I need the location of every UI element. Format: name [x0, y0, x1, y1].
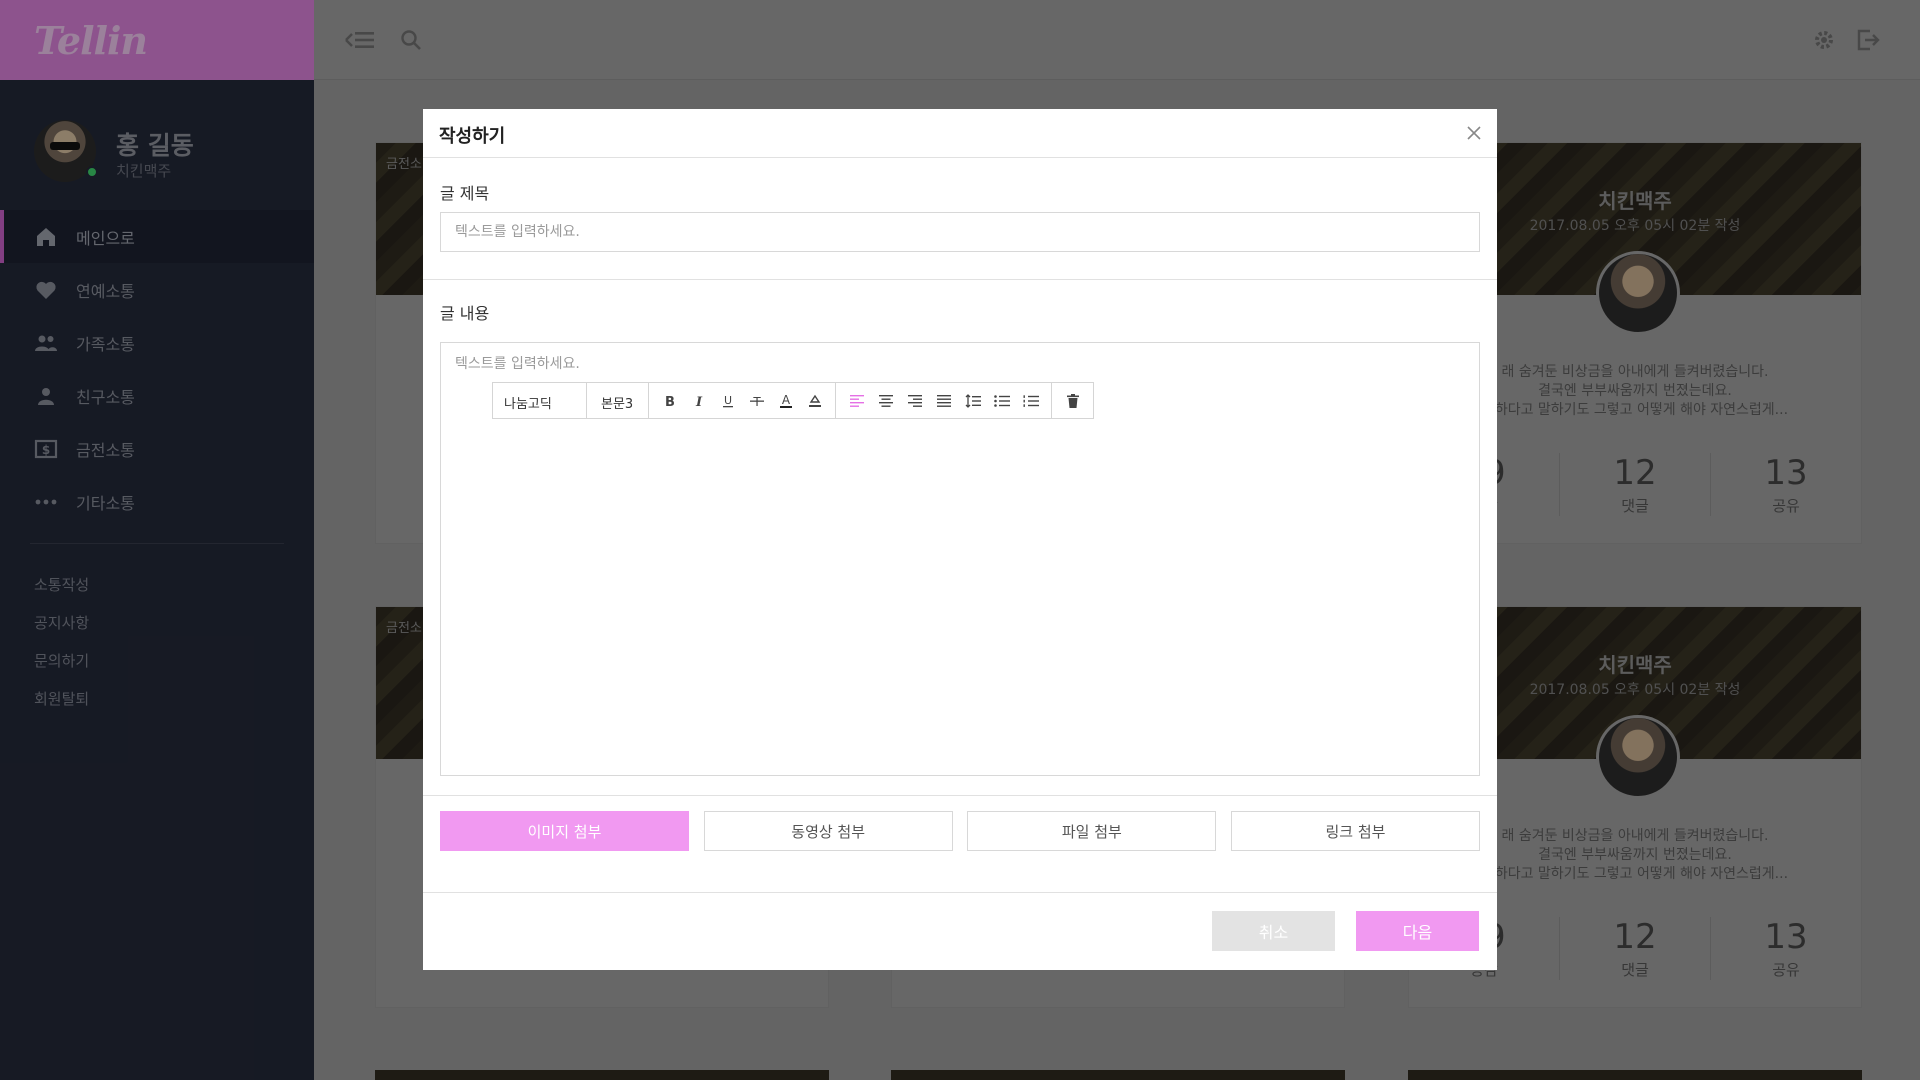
- text-color-button[interactable]: A: [771, 383, 800, 418]
- align-right-icon: [907, 394, 922, 407]
- content-editor[interactable]: 텍스트를 입력하세요. 나눔고딕 본문3 B I U T A: [440, 342, 1480, 776]
- delete-group: [1052, 383, 1093, 418]
- attach-link-button[interactable]: 링크 첨부: [1230, 811, 1480, 851]
- italic-button[interactable]: I: [684, 383, 713, 418]
- bold-icon: B: [665, 395, 675, 408]
- underline-icon: U: [722, 394, 733, 407]
- strikethrough-button[interactable]: T: [742, 383, 771, 418]
- modal-header: 작성하기: [423, 109, 1497, 158]
- align-center-button[interactable]: [871, 383, 900, 418]
- modal-footer: 취소 다음: [423, 893, 1497, 969]
- highlight-button[interactable]: [800, 383, 829, 418]
- numbered-list-button[interactable]: [1016, 383, 1045, 418]
- attachment-section: 이미지 첨부 동영상 첨부 파일 첨부 링크 첨부: [423, 796, 1497, 893]
- compose-modal: 작성하기 글 제목 글 내용 텍스트를 입력하세요. 나눔고딕 본문3 B I …: [423, 109, 1497, 970]
- svg-text:A: A: [781, 393, 790, 407]
- svg-text:U: U: [723, 394, 731, 407]
- editor-placeholder: 텍스트를 입력하세요.: [455, 356, 580, 372]
- strikethrough-icon: T: [749, 395, 764, 408]
- attach-video-button[interactable]: 동영상 첨부: [703, 811, 953, 851]
- trash-icon: [1066, 393, 1079, 408]
- align-left-icon: [849, 394, 864, 407]
- content-label: 글 내용: [440, 304, 490, 323]
- delete-button[interactable]: [1058, 383, 1087, 418]
- align-center-icon: [878, 394, 893, 407]
- align-justify-icon: [936, 394, 951, 407]
- numbered-list-icon: [1023, 394, 1039, 407]
- svg-text:I: I: [694, 395, 702, 408]
- font-family-select[interactable]: 나눔고딕: [493, 383, 587, 418]
- next-button[interactable]: 다음: [1356, 911, 1479, 951]
- attach-image-button[interactable]: 이미지 첨부: [440, 811, 689, 851]
- align-group: [836, 383, 1052, 418]
- attach-file-button[interactable]: 파일 첨부: [967, 811, 1217, 851]
- align-left-button[interactable]: [842, 383, 871, 418]
- bullet-list-icon: [993, 394, 1010, 407]
- close-icon[interactable]: [1465, 124, 1483, 142]
- font-size-select[interactable]: 본문3: [587, 383, 649, 418]
- line-height-icon: [965, 393, 981, 408]
- bullet-list-button[interactable]: [987, 383, 1016, 418]
- title-section: 글 제목: [423, 158, 1497, 280]
- modal-title: 작성하기: [439, 126, 506, 147]
- content-section: 글 내용 텍스트를 입력하세요. 나눔고딕 본문3 B I U T A: [423, 280, 1497, 796]
- align-right-button[interactable]: [900, 383, 929, 418]
- title-label: 글 제목: [440, 184, 490, 203]
- underline-button[interactable]: U: [713, 383, 742, 418]
- format-group: B I U T A: [649, 383, 836, 418]
- line-height-button[interactable]: [958, 383, 987, 418]
- title-input[interactable]: [440, 212, 1480, 252]
- cancel-button[interactable]: 취소: [1212, 911, 1335, 951]
- highlight-icon: [808, 394, 821, 407]
- align-justify-button[interactable]: [929, 383, 958, 418]
- text-color-icon: A: [779, 393, 792, 408]
- editor-toolbar: 나눔고딕 본문3 B I U T A: [492, 382, 1094, 419]
- bold-button[interactable]: B: [655, 383, 684, 418]
- attachment-buttons: 이미지 첨부 동영상 첨부 파일 첨부 링크 첨부: [440, 811, 1480, 851]
- italic-icon: I: [694, 395, 702, 408]
- svg-text:B: B: [665, 395, 675, 408]
